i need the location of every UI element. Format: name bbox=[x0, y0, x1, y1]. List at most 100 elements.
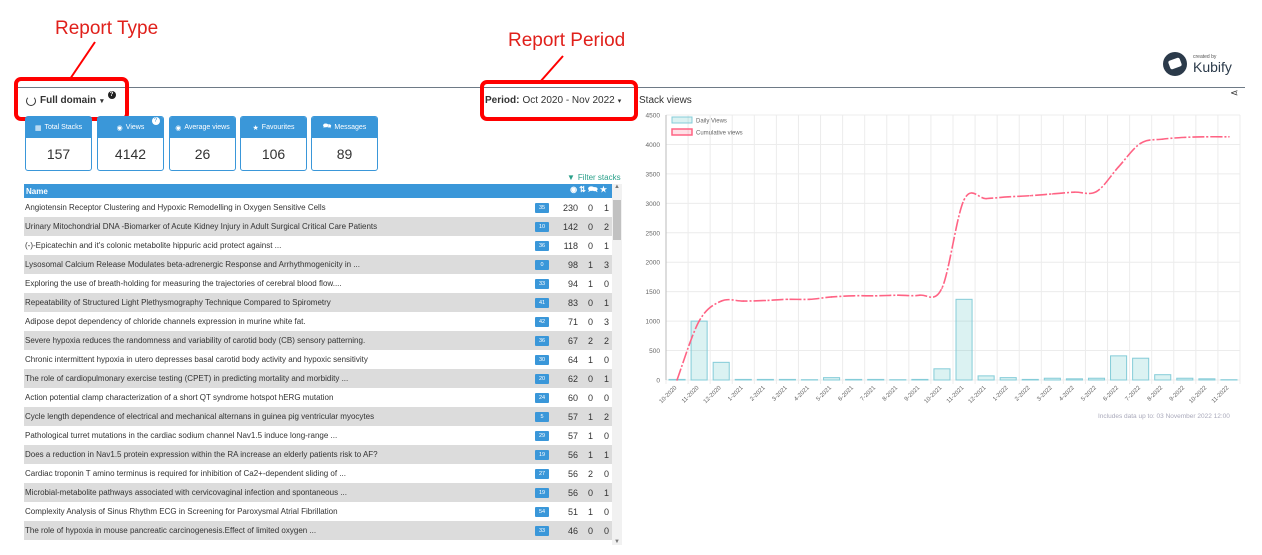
x-tick-label: 12-2020 bbox=[703, 385, 723, 405]
favourites-count: 0 bbox=[603, 525, 609, 536]
stack-name[interactable]: Microbial-metabolite pathways associated… bbox=[24, 488, 347, 497]
stack-name[interactable]: Does a reduction in Nav1.5 protein expre… bbox=[24, 450, 378, 459]
bar-daily-views bbox=[1110, 355, 1128, 381]
column-name-header[interactable]: Name bbox=[26, 187, 48, 196]
legend-swatch-daily bbox=[671, 116, 693, 124]
help-icon[interactable]: ? bbox=[151, 117, 160, 125]
stat-label: Views bbox=[125, 124, 145, 131]
stat-label: Average views bbox=[184, 124, 230, 131]
point-cumulative-views bbox=[1139, 142, 1142, 145]
bar-daily-views bbox=[734, 378, 752, 381]
table-row[interactable]: Exploring the use of breath-holding for … bbox=[24, 274, 612, 293]
filter-stacks-link[interactable]: ▼ Filter stacks bbox=[567, 173, 621, 182]
bar-daily-views bbox=[911, 378, 929, 381]
stack-name[interactable]: Chronic intermittent hypoxia in utero de… bbox=[24, 355, 368, 364]
table-row[interactable]: Adipose depot dependency of chloride cha… bbox=[24, 312, 612, 331]
kubify-logo: created by Kubify bbox=[1163, 52, 1232, 76]
point-cumulative-views bbox=[985, 197, 987, 200]
y-tick-label: 4000 bbox=[646, 142, 661, 149]
table-header: Name ◉⇅🗪★ bbox=[24, 184, 612, 198]
bar-daily-views bbox=[690, 320, 708, 381]
point-cumulative-views bbox=[941, 287, 943, 289]
stack-name[interactable]: Pathological turret mutations in the car… bbox=[24, 431, 337, 440]
messages-count: 0 bbox=[587, 202, 593, 213]
table-row[interactable]: Action potential clamp characterization … bbox=[24, 388, 612, 407]
views-count: 142 bbox=[562, 221, 578, 232]
x-tick-label: 11-2021 bbox=[946, 385, 966, 405]
table-row[interactable]: Cycle length dependence of electrical an… bbox=[24, 407, 612, 426]
x-tick-label: 5-2021 bbox=[816, 385, 834, 403]
views-count: 94 bbox=[567, 278, 578, 289]
stack-badge: 36 bbox=[535, 335, 549, 346]
table-row[interactable]: The role of cardiopulmonary exercise tes… bbox=[24, 369, 612, 388]
stack-badge: 10 bbox=[535, 221, 549, 232]
x-tick-label: 4-2022 bbox=[1058, 385, 1076, 403]
grid-icon: ▦ bbox=[34, 124, 42, 132]
stack-name[interactable]: The role of hypoxia in mouse pancreatic … bbox=[24, 526, 316, 535]
eye-sort-icon: ◉⇅ bbox=[570, 185, 588, 194]
views-count: 83 bbox=[567, 297, 578, 308]
stack-name[interactable]: Adipose depot dependency of chloride cha… bbox=[24, 317, 306, 326]
x-tick-label: 8-2021 bbox=[882, 385, 900, 403]
stack-name[interactable]: Complexity Analysis of Sinus Rhythm ECG … bbox=[24, 507, 338, 516]
messages-count: 2 bbox=[587, 335, 593, 346]
y-tick-label: 1500 bbox=[646, 289, 661, 296]
stack-name[interactable]: Cycle length dependence of electrical an… bbox=[24, 412, 374, 421]
messages-count: 1 bbox=[587, 278, 593, 289]
legend-swatch-cumulative bbox=[671, 128, 693, 136]
point-cumulative-views bbox=[852, 294, 855, 297]
stack-name[interactable]: (-)-Epicatechin and it's colonic metabol… bbox=[24, 241, 281, 250]
table-row[interactable]: Chronic intermittent hypoxia in utero de… bbox=[24, 350, 612, 369]
table-row[interactable]: Does a reduction in Nav1.5 protein expre… bbox=[24, 445, 612, 464]
y-tick-label: 3000 bbox=[646, 201, 661, 208]
stack-name[interactable]: The role of cardiopulmonary exercise tes… bbox=[24, 374, 348, 383]
favourites-count: 1 bbox=[603, 240, 609, 251]
point-cumulative-views bbox=[742, 300, 745, 302]
stack-badge: 30 bbox=[535, 354, 549, 365]
views-count: 64 bbox=[567, 354, 578, 365]
x-tick-label: 4-2021 bbox=[793, 385, 811, 403]
stack-name[interactable]: Severe hypoxia reduces the randomness an… bbox=[24, 336, 365, 345]
stack-name[interactable]: Action potential clamp characterization … bbox=[24, 393, 333, 402]
point-cumulative-views bbox=[1073, 191, 1076, 193]
stack-name[interactable]: Exploring the use of breath-holding for … bbox=[24, 279, 342, 288]
stack-badge: 20 bbox=[535, 373, 549, 384]
stack-badge: 19 bbox=[535, 449, 549, 460]
table-row[interactable]: Pathological turret mutations in the car… bbox=[24, 426, 612, 445]
views-count: 57 bbox=[567, 411, 578, 422]
stack-name[interactable]: Angiotensin Receptor Clustering and Hypo… bbox=[24, 203, 326, 212]
table-row[interactable]: Microbial-metabolite pathways associated… bbox=[24, 483, 612, 502]
filter-icon: ▼ bbox=[567, 173, 575, 182]
stack-name[interactable]: Urinary Mitochondrial DNA -Biomarker of … bbox=[24, 222, 377, 231]
stack-name[interactable]: Lysosomal Calcium Release Modulates beta… bbox=[24, 260, 360, 269]
x-tick-label: 7-2021 bbox=[860, 385, 878, 403]
stack-badge: 42 bbox=[535, 316, 549, 327]
table-row[interactable]: (-)-Epicatechin and it's colonic metabol… bbox=[24, 236, 612, 255]
table-row[interactable]: Severe hypoxia reduces the randomness an… bbox=[24, 331, 612, 350]
scroll-down-icon: ▼ bbox=[614, 539, 620, 545]
table-row[interactable]: Repeatability of Structured Light Plethy… bbox=[24, 293, 612, 312]
messages-count: 1 bbox=[587, 259, 593, 270]
table-row[interactable]: Lysosomal Calcium Release Modulates beta… bbox=[24, 255, 612, 274]
bar-daily-views bbox=[1065, 378, 1083, 381]
table-row[interactable]: Angiotensin Receptor Clustering and Hypo… bbox=[24, 198, 612, 217]
stack-name[interactable]: Cardiac troponin T amino terminus is req… bbox=[24, 469, 346, 478]
column-icons[interactable]: ◉⇅🗪★ bbox=[570, 184, 609, 198]
table-row[interactable]: Cardiac troponin T amino terminus is req… bbox=[24, 464, 612, 483]
table-scrollbar[interactable]: ▲ ▼ bbox=[612, 184, 622, 545]
star-icon: ★ bbox=[252, 124, 259, 132]
stack-badge: 27 bbox=[535, 468, 549, 479]
stack-name[interactable]: Repeatability of Structured Light Plethy… bbox=[24, 298, 331, 307]
point-cumulative-views bbox=[786, 298, 789, 301]
stat-label: Messages bbox=[334, 124, 367, 131]
stack-badge: 0 bbox=[535, 259, 549, 270]
table-row[interactable]: Urinary Mitochondrial DNA -Biomarker of … bbox=[24, 217, 612, 236]
favourites-count: 2 bbox=[603, 411, 609, 422]
stack-badge: 19 bbox=[535, 487, 549, 498]
table-row[interactable]: Complexity Analysis of Sinus Rhythm ECG … bbox=[24, 502, 612, 521]
share-icon[interactable]: ⋖ bbox=[1230, 88, 1238, 99]
table-row[interactable]: The role of hypoxia in mouse pancreatic … bbox=[24, 521, 612, 540]
stack-badge: 36 bbox=[535, 240, 549, 251]
messages-count: 0 bbox=[587, 392, 593, 403]
bar-daily-views bbox=[1021, 378, 1039, 381]
